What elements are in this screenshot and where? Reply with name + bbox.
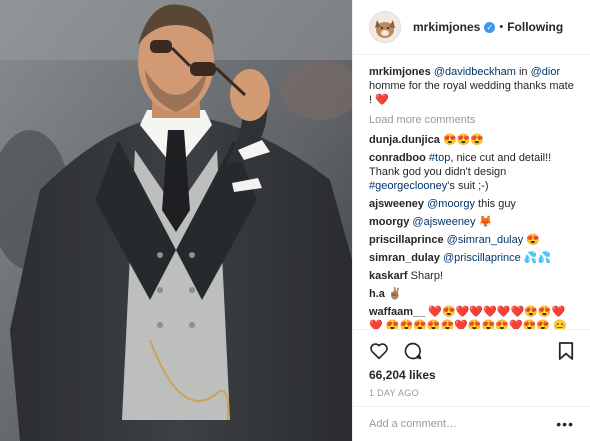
comment-text: 🦊 xyxy=(475,216,493,228)
comment-username[interactable]: conradboo xyxy=(369,152,426,164)
comment: h.a ✌🏽 xyxy=(369,287,574,301)
add-comment-input[interactable]: Add a comment… xyxy=(369,418,457,430)
post-actions: 66,204 likes 1 DAY AGO xyxy=(353,329,590,406)
caption: mrkimjones @davidbeckham in @dior homme … xyxy=(369,65,574,107)
instagram-post: mrkimjones ✓ • Following mrkimjones @dav… xyxy=(0,0,590,441)
comment-username[interactable]: priscillaprince xyxy=(369,234,444,246)
comment: dunja.dunjica 😍😍😍 xyxy=(369,133,574,147)
hashtag-link[interactable]: #georgeclooney xyxy=(369,180,447,192)
caption-username[interactable]: mrkimjones xyxy=(369,66,431,78)
comment-text: 😍 xyxy=(523,234,541,246)
comment: priscillaprince @simran_dulay 😍 xyxy=(369,233,574,247)
comment-username[interactable]: waffaam__ xyxy=(369,306,425,318)
mention-link[interactable]: @moorgy xyxy=(427,198,475,210)
comment: waffaam__ ❤️😍❤️❤️❤️❤️❤️😍😍❤️❤️ 😍😍😍😍😍❤️😍😍😍… xyxy=(369,305,574,329)
comment-text: 💦💦 xyxy=(520,252,552,264)
mention-link[interactable]: @davidbeckham xyxy=(434,66,516,78)
caption-text: in xyxy=(515,66,531,78)
comment-text: 😍😍😍 xyxy=(442,134,485,146)
bookmark-icon[interactable] xyxy=(558,341,574,361)
more-options-icon[interactable]: ••• xyxy=(556,416,574,432)
comment-text: this guy xyxy=(474,198,516,210)
comment-username[interactable]: kaskarf xyxy=(369,270,408,282)
comment-username[interactable]: simran_dulay xyxy=(369,252,440,264)
comment-username[interactable]: moorgy xyxy=(369,216,409,228)
mention-link[interactable]: @dior xyxy=(531,66,561,78)
add-comment-bar: Add a comment… ••• xyxy=(353,406,590,441)
load-more-comments-link[interactable]: Load more comments xyxy=(369,113,574,127)
comment-text: 's suit ;-) xyxy=(447,180,489,192)
post-details-panel: mrkimjones ✓ • Following mrkimjones @dav… xyxy=(352,0,590,441)
man-in-suit-image xyxy=(0,0,352,441)
hashtag-link[interactable]: #top xyxy=(429,152,450,164)
comment-icon[interactable] xyxy=(403,341,423,361)
comment-username[interactable]: dunja.dunjica xyxy=(369,134,440,146)
dog-avatar-icon xyxy=(370,12,400,42)
comment: conradboo #top, nice cut and detail!! Th… xyxy=(369,151,574,193)
avatar[interactable] xyxy=(369,11,401,43)
comment-username[interactable]: ajsweeney xyxy=(369,198,424,210)
verified-icon: ✓ xyxy=(484,21,496,33)
comment: kaskarf Sharp! xyxy=(369,269,574,283)
username-link[interactable]: mrkimjones xyxy=(413,20,480,34)
action-icons xyxy=(369,336,574,366)
following-button[interactable]: Following xyxy=(507,20,563,34)
separator-dot: • xyxy=(499,21,504,33)
comments-list: mrkimjones @davidbeckham in @dior homme … xyxy=(353,55,590,329)
comment-text: ✌🏽 xyxy=(387,288,402,300)
mention-link[interactable]: @simran_dulay xyxy=(447,234,524,246)
mention-link[interactable]: @priscillaprince xyxy=(443,252,521,264)
post-header: mrkimjones ✓ • Following xyxy=(353,0,590,55)
likes-count[interactable]: 66,204 likes xyxy=(369,368,574,382)
comment-username[interactable]: h.a xyxy=(369,288,385,300)
comment: simran_dulay @priscillaprince 💦💦 xyxy=(369,251,574,265)
heart-icon[interactable] xyxy=(369,342,389,360)
post-photo[interactable] xyxy=(0,0,352,441)
post-timestamp[interactable]: 1 DAY AGO xyxy=(369,388,574,398)
mention-link[interactable]: @ajsweeney xyxy=(412,216,475,228)
comment-text: Sharp! xyxy=(410,270,444,282)
comment: ajsweeney @moorgy this guy xyxy=(369,197,574,211)
comment: moorgy @ajsweeney 🦊 xyxy=(369,215,574,229)
caption-text: homme for the royal wedding thanks mate … xyxy=(369,80,574,106)
heart-emoji: ❤️ xyxy=(375,94,389,106)
